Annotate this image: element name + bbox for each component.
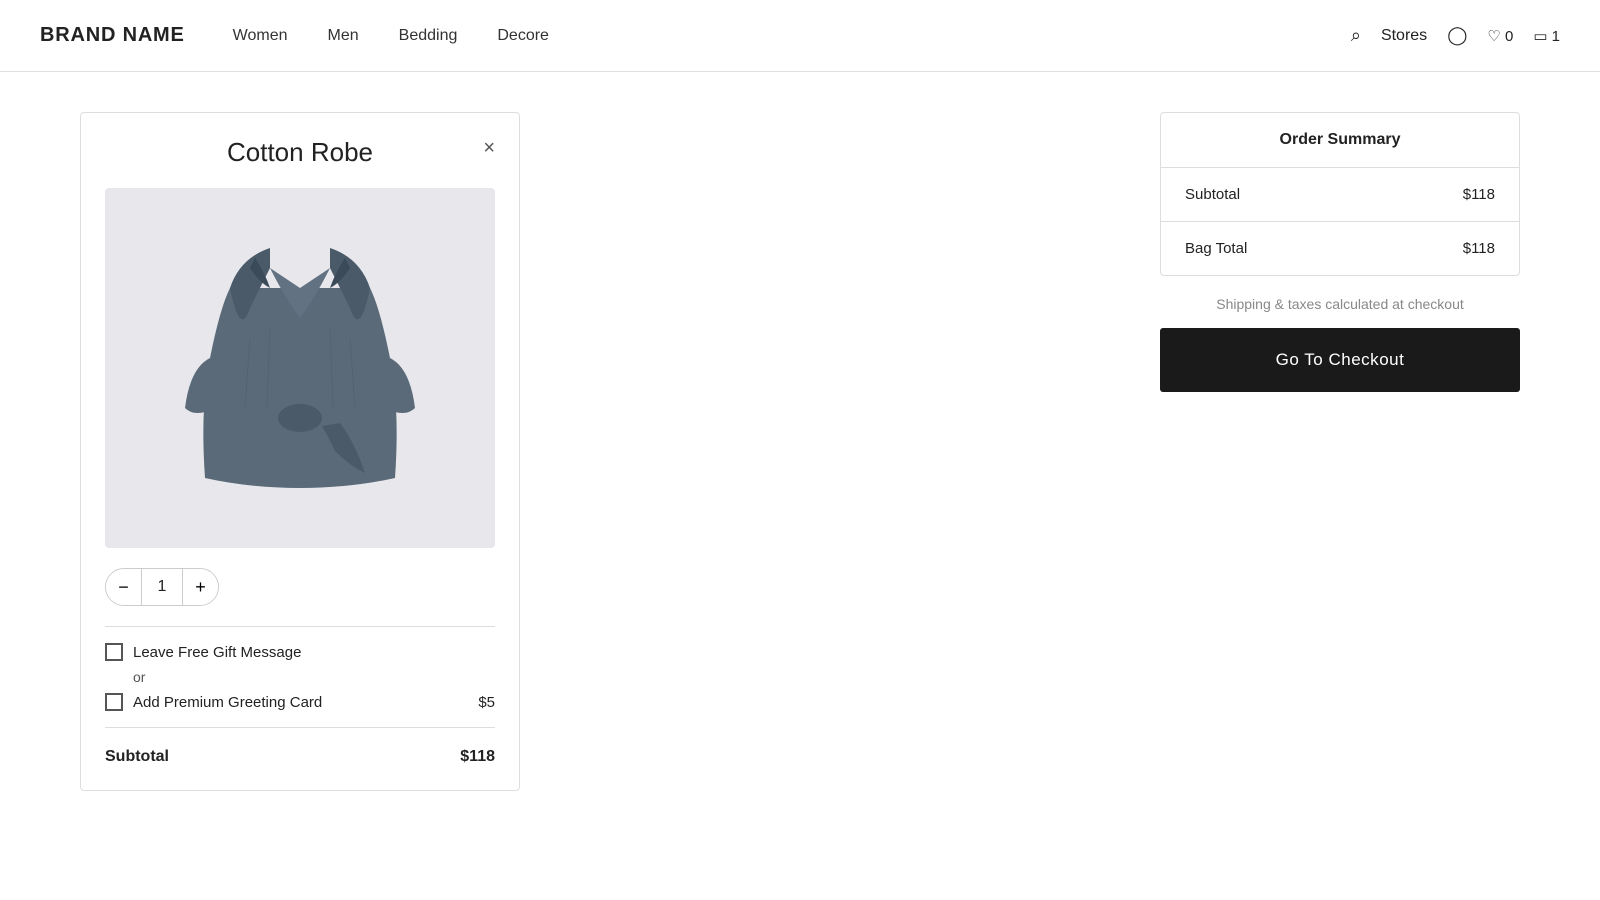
product-image-wrapper (105, 188, 495, 548)
order-subtotal-value: $118 (1463, 186, 1495, 203)
gift-message-row: Leave Free Gift Message (105, 643, 495, 661)
brand-logo[interactable]: BRAND NAME (40, 24, 185, 47)
greeting-card-price: $5 (478, 694, 495, 711)
order-subtotal-label: Subtotal (1185, 186, 1240, 203)
navbar: BRAND NAME Women Men Bedding Decore ⌕ St… (0, 0, 1600, 72)
nav-links: Women Men Bedding Decore (233, 27, 549, 45)
quantity-control: − 1 + (105, 568, 219, 606)
greeting-card-row: Add Premium Greeting Card $5 (105, 693, 495, 711)
quantity-value: 1 (142, 578, 182, 596)
order-bag-total-label: Bag Total (1185, 240, 1247, 257)
greeting-card-left: Add Premium Greeting Card (105, 693, 322, 711)
card-header: Cotton Robe × (105, 137, 495, 168)
search-icon[interactable]: ⌕ (1351, 25, 1361, 46)
nav-men[interactable]: Men (328, 27, 359, 45)
order-subtotal-row: Subtotal $118 (1161, 168, 1519, 222)
card-subtotal-value: $118 (460, 748, 495, 766)
wishlist-badge[interactable]: ♡ 0 (1487, 27, 1513, 45)
page-content: Cotton Robe × (0, 72, 1600, 831)
quantity-increase-button[interactable]: + (182, 569, 218, 605)
product-card: Cotton Robe × (80, 112, 520, 791)
nav-left: BRAND NAME Women Men Bedding Decore (40, 24, 549, 47)
product-title: Cotton Robe (227, 137, 373, 168)
or-text: or (133, 669, 495, 685)
close-button[interactable]: × (483, 137, 495, 160)
nav-decore[interactable]: Decore (497, 27, 549, 45)
greeting-card-label: Add Premium Greeting Card (133, 694, 322, 711)
shipping-note: Shipping & taxes calculated at checkout (1160, 296, 1520, 312)
order-summary: Order Summary Subtotal $118 Bag Total $1… (1160, 112, 1520, 276)
order-bag-total-row: Bag Total $118 (1161, 222, 1519, 275)
account-icon[interactable]: ◯ (1447, 25, 1467, 46)
card-subtotal-label: Subtotal (105, 748, 169, 766)
checkout-button[interactable]: Go To Checkout (1160, 328, 1520, 392)
product-image (170, 208, 430, 528)
divider-2 (105, 727, 495, 728)
stores-link[interactable]: Stores (1381, 27, 1427, 45)
order-bag-total-value: $118 (1463, 240, 1495, 257)
nav-right: ⌕ Stores ◯ ♡ 0 ▭ 1 (1351, 25, 1560, 46)
gift-message-checkbox[interactable] (105, 643, 123, 661)
gift-options: Leave Free Gift Message or Add Premium G… (105, 643, 495, 711)
cart-badge[interactable]: ▭ 1 (1533, 27, 1560, 45)
divider-1 (105, 626, 495, 627)
card-subtotal-row: Subtotal $118 (105, 744, 495, 766)
nav-bedding[interactable]: Bedding (399, 27, 458, 45)
gift-message-label: Leave Free Gift Message (133, 644, 301, 661)
nav-women[interactable]: Women (233, 27, 288, 45)
order-section: Order Summary Subtotal $118 Bag Total $1… (1160, 112, 1520, 392)
greeting-card-checkbox[interactable] (105, 693, 123, 711)
order-summary-title: Order Summary (1161, 113, 1519, 168)
quantity-decrease-button[interactable]: − (106, 569, 142, 605)
quantity-row: − 1 + (105, 568, 495, 606)
